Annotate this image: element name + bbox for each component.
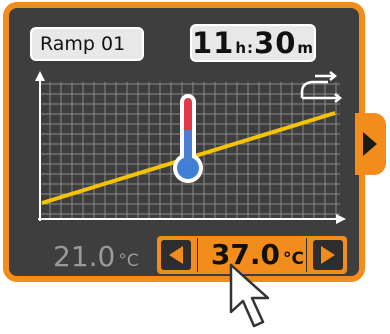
duration-minutes-unit: m [297, 39, 315, 57]
x-axis-arrow-icon [336, 214, 346, 224]
next-page-tab[interactable] [355, 113, 386, 175]
mouse-pointer-icon [229, 263, 270, 328]
decrease-button[interactable] [161, 240, 191, 270]
start-temperature-value: 21.0 [53, 240, 116, 273]
duration-hours: 11 [191, 26, 235, 60]
thermometer-icon [173, 94, 203, 183]
start-temperature-unit: °C [118, 251, 139, 271]
duration-minutes: 30 [254, 26, 297, 60]
ramp-mode-icon [300, 71, 343, 103]
program-name-label[interactable]: Ramp 01 [30, 27, 144, 61]
duration-hours-unit: h: [235, 39, 255, 57]
triangle-left-icon [169, 246, 183, 264]
arrow-right-icon [363, 132, 377, 156]
duration-display[interactable]: 11 h: 30 m [190, 24, 316, 62]
start-temperature: 21.0 °C [53, 240, 139, 273]
ramp-graph [35, 71, 346, 224]
increase-button[interactable] [313, 240, 343, 270]
program-name-text: Ramp 01 [40, 33, 126, 55]
triangle-right-icon [321, 246, 335, 264]
y-axis-arrow-icon [35, 71, 45, 81]
